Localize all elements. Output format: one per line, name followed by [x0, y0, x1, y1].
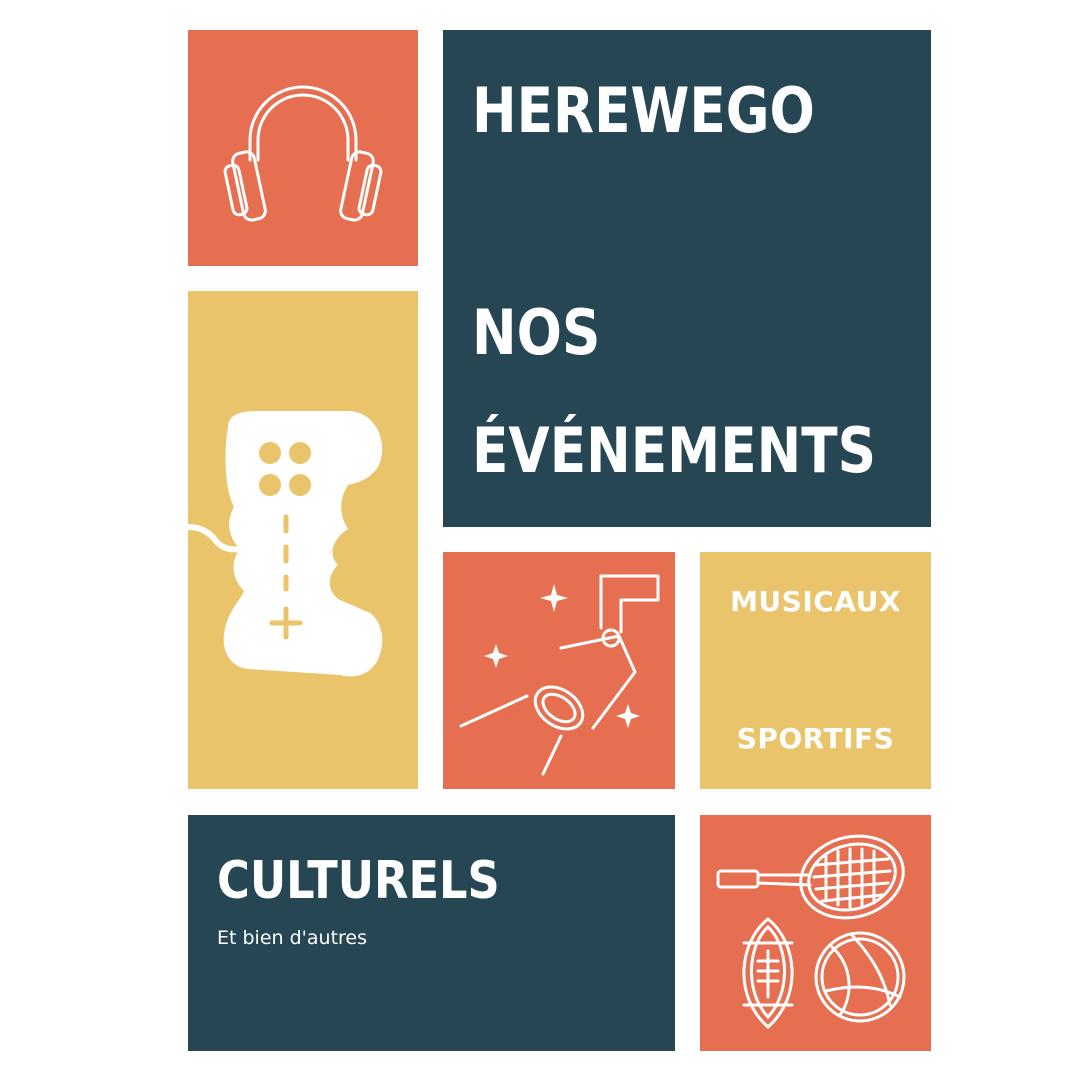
spotlight-tile	[443, 552, 675, 789]
culturels-tile: CULTURELS Et bien d'autres	[188, 815, 675, 1051]
sports-icons	[716, 834, 906, 1030]
headphones-tile	[188, 30, 418, 266]
spotlight-icon	[459, 574, 660, 776]
controller-tile	[188, 291, 418, 789]
category-culturels: CULTURELS	[217, 851, 500, 911]
basketball-icon	[814, 931, 906, 1023]
categories-tile: MUSICAUX SPORTIFS	[700, 552, 931, 789]
football-icon	[742, 917, 794, 1030]
tennis-racket-icon	[716, 834, 905, 920]
title-panel: HEREWEGO NOS ÉVÉNEMENTS	[443, 30, 931, 527]
game-controller-icon	[188, 411, 383, 677]
headphones-icon	[223, 85, 383, 222]
brand-name: HEREWEGO	[472, 74, 815, 147]
heading-line-2: ÉVÉNEMENTS	[472, 414, 877, 487]
sports-tile	[700, 815, 931, 1051]
heading-line-1: NOS	[472, 296, 601, 369]
category-musicaux: MUSICAUX	[730, 585, 901, 618]
category-sportifs: SPORTIFS	[736, 722, 895, 755]
subtitle: Et bien d'autres	[217, 927, 368, 949]
